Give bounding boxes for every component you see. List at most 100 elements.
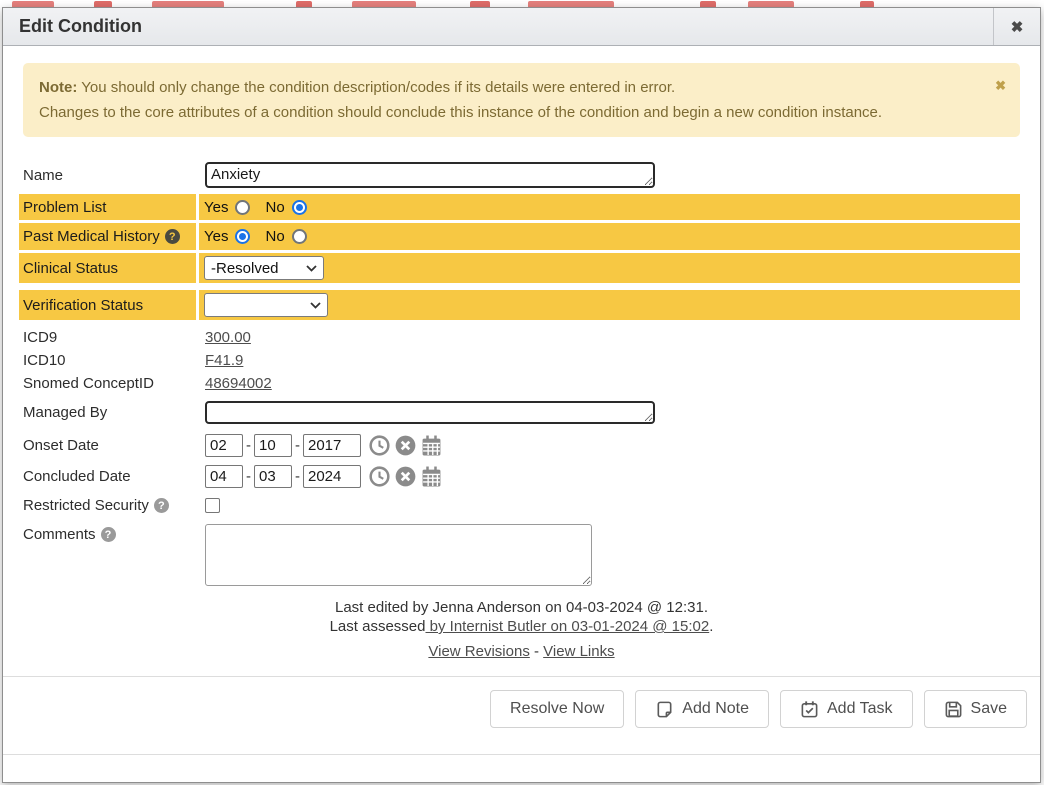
revision-links: View Revisions - View Links — [23, 643, 1020, 660]
pmh-no-radio[interactable] — [292, 229, 307, 244]
resolve-now-label: Resolve Now — [510, 700, 604, 718]
last-assessed-suffix: . — [709, 618, 713, 635]
condition-form: Name Anxiety Problem List Yes No Past Me… — [23, 160, 1020, 660]
footer-divider-bottom — [3, 754, 1040, 755]
onset-year-input[interactable] — [303, 434, 361, 457]
pmh-no-label: No — [265, 228, 284, 245]
task-calendar-icon — [800, 700, 819, 719]
managed-by-label: Managed By — [23, 399, 200, 426]
name-label: Name — [23, 160, 200, 190]
note-text-1: You should only change the condition des… — [77, 79, 675, 96]
concluded-time-icon[interactable] — [369, 466, 390, 487]
past-medical-history-row: Past Medical History ? Yes No — [23, 223, 1020, 250]
icd9-label: ICD9 — [23, 326, 200, 349]
dialog-footer: Resolve Now Add Note Add Task Save — [3, 677, 1040, 728]
managed-by-input[interactable] — [205, 401, 655, 424]
snomed-label: Snomed ConceptID — [23, 372, 200, 395]
clinical-status-value: -Resolved — [211, 260, 306, 277]
comments-help-icon[interactable]: ? — [101, 527, 116, 542]
clinical-status-select[interactable]: -Resolved — [204, 256, 324, 280]
concluded-month-input[interactable] — [205, 465, 243, 488]
name-row: Name Anxiety — [23, 160, 1020, 190]
dialog-header: Edit Condition ✖ — [3, 8, 1040, 46]
save-button[interactable]: Save — [924, 690, 1027, 728]
onset-date-label: Onset Date — [23, 432, 200, 459]
onset-clear-icon[interactable] — [395, 435, 416, 456]
snomed-code-link[interactable]: 48694002 — [205, 375, 272, 392]
onset-calendar-icon[interactable] — [421, 435, 442, 456]
note-banner-line1: Note: You should only change the conditi… — [39, 75, 1004, 100]
comments-row: Comments ? — [23, 522, 1020, 588]
restricted-security-checkbox[interactable] — [205, 498, 220, 513]
dialog-close-icon[interactable]: ✖ — [993, 8, 1040, 45]
note-label: Note: — [39, 79, 77, 96]
snomed-row: Snomed ConceptID 48694002 — [23, 372, 1020, 395]
add-note-button[interactable]: Add Note — [635, 690, 769, 728]
restricted-security-help-icon[interactable]: ? — [154, 498, 169, 513]
onset-day-input[interactable] — [254, 434, 292, 457]
icd9-code-link[interactable]: 300.00 — [205, 329, 251, 346]
last-edited-text: Last edited by Jenna Anderson on 04-03-2… — [23, 598, 1020, 617]
icd10-row: ICD10 F41.9 — [23, 349, 1020, 372]
problem-list-row: Problem List Yes No — [23, 194, 1020, 220]
note-icon — [655, 700, 674, 719]
concluded-date-row: Concluded Date - - — [23, 463, 1020, 490]
date-separator: - — [246, 468, 251, 485]
edit-condition-dialog: Edit Condition ✖ Note: You should only c… — [2, 7, 1041, 783]
links-separator: - — [534, 643, 539, 660]
clinical-status-row: Clinical Status -Resolved — [23, 253, 1020, 283]
past-medical-history-help-icon[interactable]: ? — [165, 229, 180, 244]
audit-info: Last edited by Jenna Anderson on 04-03-2… — [23, 598, 1020, 636]
problem-list-label: Problem List — [19, 194, 196, 220]
icd9-row: ICD9 300.00 — [23, 326, 1020, 349]
date-separator: - — [295, 468, 300, 485]
resolve-now-button[interactable]: Resolve Now — [490, 690, 624, 728]
managed-by-row: Managed By — [23, 399, 1020, 426]
note-banner-close-icon[interactable]: ✖ — [995, 73, 1006, 98]
problem-list-no-label: No — [265, 199, 284, 216]
concluded-date-label: Concluded Date — [23, 463, 200, 490]
onset-time-icon[interactable] — [369, 435, 390, 456]
add-note-label: Add Note — [682, 700, 749, 718]
concluded-clear-icon[interactable] — [395, 466, 416, 487]
background-page-strip — [0, 0, 1044, 7]
date-separator: - — [295, 437, 300, 454]
problem-list-no-radio[interactable] — [292, 200, 307, 215]
chevron-down-icon — [306, 265, 317, 272]
note-banner: Note: You should only change the conditi… — [23, 63, 1020, 137]
note-text-2: Changes to the core attributes of a cond… — [39, 100, 1004, 125]
add-task-label: Add Task — [827, 700, 893, 718]
icd10-code-link[interactable]: F41.9 — [205, 352, 243, 369]
concluded-day-input[interactable] — [254, 465, 292, 488]
concluded-calendar-icon[interactable] — [421, 466, 442, 487]
icd10-label: ICD10 — [23, 349, 200, 372]
verification-status-select[interactable] — [204, 293, 328, 317]
problem-list-yes-radio[interactable] — [235, 200, 250, 215]
add-task-button[interactable]: Add Task — [780, 690, 913, 728]
date-separator: - — [246, 437, 251, 454]
dialog-title: Edit Condition — [3, 16, 993, 37]
concluded-year-input[interactable] — [303, 465, 361, 488]
restricted-security-label: Restricted Security — [23, 497, 149, 514]
view-links-link[interactable]: View Links — [543, 643, 614, 660]
comments-input[interactable] — [205, 524, 592, 586]
comments-label: Comments — [23, 526, 96, 543]
pmh-yes-radio[interactable] — [235, 229, 250, 244]
onset-date-row: Onset Date - - — [23, 432, 1020, 459]
last-assessed-text: Last assessed by Internist Butler on 03-… — [23, 617, 1020, 636]
last-assessed-prefix: Last assessed — [330, 618, 426, 635]
name-input[interactable]: Anxiety — [205, 162, 655, 188]
past-medical-history-label: Past Medical History — [23, 228, 160, 245]
problem-list-yes-label: Yes — [204, 199, 228, 216]
pmh-yes-label: Yes — [204, 228, 228, 245]
save-floppy-icon — [944, 700, 963, 719]
view-revisions-link[interactable]: View Revisions — [428, 643, 529, 660]
last-assessed-link[interactable]: by Internist Butler on 03-01-2024 @ 15:0… — [425, 618, 709, 635]
save-label: Save — [971, 700, 1007, 718]
onset-month-input[interactable] — [205, 434, 243, 457]
chevron-down-icon — [310, 302, 321, 309]
verification-status-label: Verification Status — [19, 290, 196, 320]
restricted-security-row: Restricted Security ? — [23, 495, 1020, 516]
verification-status-row: Verification Status — [23, 290, 1020, 320]
clinical-status-label: Clinical Status — [19, 253, 196, 283]
